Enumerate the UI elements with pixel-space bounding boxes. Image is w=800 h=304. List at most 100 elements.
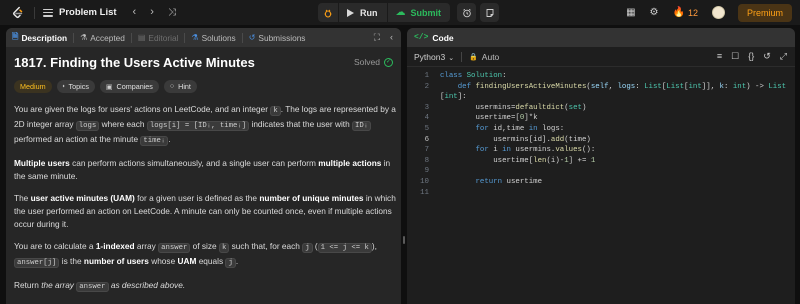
braces-icon[interactable]: {}: [748, 51, 754, 62]
random-problem-icon[interactable]: ⤨: [168, 7, 176, 18]
code-line: 11: [407, 188, 795, 199]
editor-tools: ≡ ☐ {} ↺ ⤢: [708, 51, 787, 62]
problem-list-icon[interactable]: [43, 8, 53, 17]
prev-problem-icon[interactable]: ‹: [133, 7, 137, 18]
description-paragraph-3: The user active minutes (UAM) for a give…: [14, 192, 396, 231]
layout-icon[interactable]: ▦: [626, 7, 635, 18]
lock-icon: 🔒: [469, 53, 478, 61]
code-line: 3 usermins=defaultdict(set): [407, 103, 795, 114]
inline-code: answer: [158, 243, 191, 253]
inline-code: 1 <= j <= k: [317, 243, 372, 253]
bug-icon: [324, 9, 332, 17]
text: for a given user is defined as the: [134, 193, 260, 203]
line-number: 9: [424, 167, 429, 176]
submit-button[interactable]: ☁ Submit: [387, 3, 450, 22]
notes-button[interactable]: [480, 3, 499, 22]
description-paragraph-2: Multiple users can perform actions simul…: [14, 157, 396, 183]
inline-code: k: [270, 106, 281, 116]
auto-indicator[interactable]: 🔒 Auto: [469, 52, 499, 62]
solved-label: Solved: [354, 57, 380, 67]
divider: [184, 32, 186, 43]
tab-solutions[interactable]: ⚗ Solutions: [191, 33, 235, 43]
lock-icon: ▣: [105, 83, 113, 91]
panel-resize-handle[interactable]: [403, 236, 405, 244]
bold-text: 1-indexed: [95, 241, 135, 251]
timer-button[interactable]: [457, 3, 476, 22]
bold-text: multiple actions: [318, 158, 382, 168]
text: of size: [190, 241, 219, 251]
code-text: usertime[len(i)-1] += 1: [440, 156, 596, 165]
line-number: 8: [424, 156, 429, 165]
reset-icon[interactable]: ↺: [763, 51, 771, 62]
italic-text: the array: [41, 280, 77, 290]
title-row: 1817. Finding the Users Active Minutes S…: [14, 52, 393, 72]
code-text: usermins=defaultdict(set): [440, 103, 587, 112]
text: performed an action at the minute: [14, 134, 141, 144]
hint-chip[interactable]: ○ Hint: [163, 80, 197, 93]
flask-icon: ⚗: [191, 33, 199, 42]
language-select[interactable]: Python3 ⌄: [414, 52, 454, 62]
problem-chips: Medium ⬪ Topics ▣ Companies ○ Hint: [14, 80, 393, 93]
text: indicates that the user with: [249, 119, 353, 129]
user-controls: ▦ ⚙ 🔥 12 Premium: [612, 3, 792, 22]
bookmark-icon[interactable]: ☐: [731, 51, 739, 62]
code-text: usermins[id].add(time): [440, 135, 591, 144]
flask-icon: ⚗: [80, 33, 88, 42]
fullscreen-icon[interactable]: ⤢: [780, 51, 787, 62]
lightbulb-icon: ○: [169, 83, 175, 90]
hint-label: Hint: [178, 82, 191, 91]
text: (: [312, 241, 318, 251]
premium-button[interactable]: Premium: [737, 3, 792, 22]
run-submit-group: Run ☁ Submit: [318, 3, 499, 22]
description-paragraph-5: Return the array answer as described abo…: [14, 279, 396, 294]
tab-submissions[interactable]: ↺ Submissions: [249, 33, 306, 43]
problem-list-link[interactable]: Problem List: [59, 7, 117, 18]
bold-text: Multiple users: [14, 158, 70, 168]
code-line: 7 for i in usermins.values():: [407, 145, 795, 156]
companies-chip[interactable]: ▣ Companies: [99, 80, 159, 93]
tag-icon: ⬪: [62, 82, 65, 90]
topics-chip[interactable]: ⬪ Topics: [56, 80, 95, 93]
note-icon: [486, 8, 493, 17]
bold-text: UAM: [177, 256, 197, 266]
text: Return: [14, 280, 42, 290]
bold-text: user active minutes (UAM): [30, 193, 135, 203]
collapse-chevron-icon[interactable]: ‹: [390, 32, 393, 43]
document-icon: 🗎: [12, 31, 19, 41]
code-line: 6 usermins[id].add(time): [407, 135, 795, 146]
run-button[interactable]: Run: [339, 3, 387, 22]
line-number: 7: [424, 146, 429, 155]
code-line: 10 return usertime: [407, 177, 795, 188]
debug-button[interactable]: [318, 3, 338, 22]
text: can perform actions simultaneously, and …: [69, 158, 319, 168]
tab-description[interactable]: 🗎 Description: [12, 31, 67, 45]
divider: [461, 51, 463, 62]
divider: [130, 32, 132, 43]
tab-accepted[interactable]: ⚗ Accepted: [80, 33, 125, 43]
problem-title[interactable]: 1817. Finding the Users Active Minutes: [14, 55, 255, 70]
code-text: for id,time in logs:: [475, 124, 565, 133]
tab-code[interactable]: Code: [432, 33, 453, 43]
editor-toolbar: Python3 ⌄ 🔒 Auto ≡ ☐ {} ↺ ⤢: [407, 47, 795, 67]
text: equals: [196, 256, 226, 266]
streak-fire-icon[interactable]: 🔥: [673, 7, 685, 18]
avatar[interactable]: [711, 6, 725, 19]
line-number: 6: [424, 135, 429, 144]
streak-count: 12: [687, 7, 698, 18]
expand-icon[interactable]: ⛶: [374, 32, 380, 43]
tab-editorial[interactable]: ▤ Editorial: [138, 33, 179, 43]
code-editor[interactable]: 1 class Solution: 2 def findingUsersActiv…: [407, 67, 795, 198]
leetcode-logo-icon[interactable]: [11, 6, 25, 20]
top-navbar: Problem List ‹ › ⤨ Run ☁ Submit ▦ ⚙ 🔥 12…: [0, 0, 800, 25]
text: is the: [59, 256, 84, 266]
next-problem-icon[interactable]: ›: [150, 7, 154, 18]
alarm-clock-icon: [462, 8, 471, 17]
tab-submissions-label: Submissions: [258, 32, 306, 43]
description-paragraph-1: You are given the logs for users' action…: [14, 103, 396, 148]
settings-gear-icon[interactable]: ⚙: [650, 7, 659, 18]
inline-code: logs[i] = [IDᵢ, timeᵢ]: [146, 121, 250, 131]
tab-solutions-label: Solutions: [201, 32, 236, 43]
code-line: 9: [407, 166, 795, 177]
format-icon[interactable]: ≡: [717, 51, 722, 62]
text: array: [134, 241, 159, 251]
